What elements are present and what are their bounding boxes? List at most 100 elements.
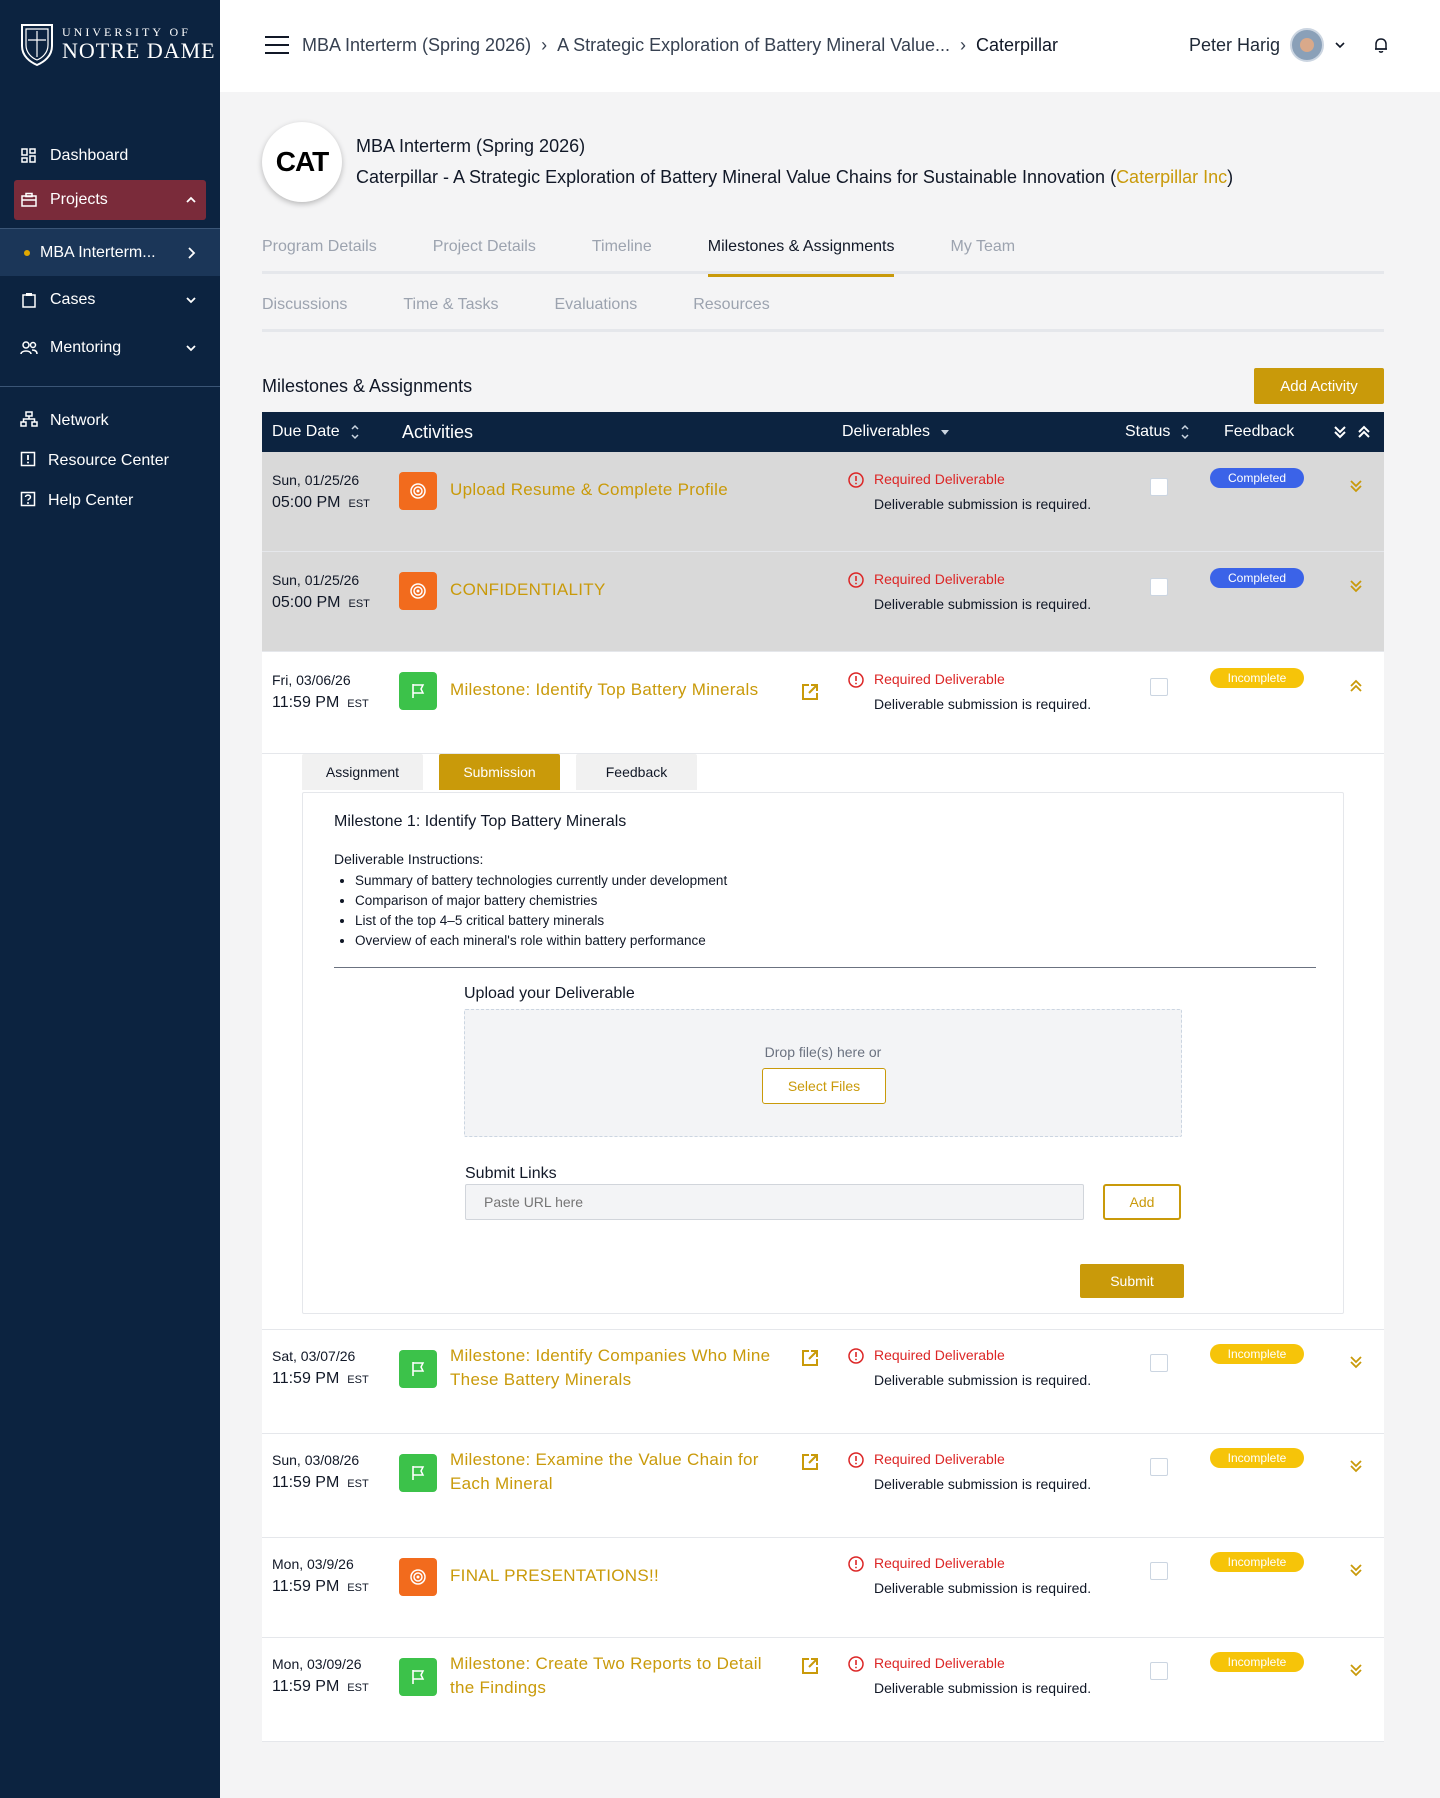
breadcrumb-program[interactable]: MBA Interterm (Spring 2026) xyxy=(302,35,531,56)
due-day: Sun, 01/25/26 xyxy=(272,572,360,588)
user-menu[interactable]: Peter Harig xyxy=(1189,28,1390,62)
expand-row-icon[interactable] xyxy=(1348,1354,1364,1370)
hamburger-menu-icon[interactable] xyxy=(265,36,289,54)
company-logo: CAT xyxy=(262,122,342,202)
table-row[interactable]: Sun, 01/25/26 05:00 PM EST Upload Resume … xyxy=(262,452,1384,552)
subtab-submission[interactable]: Submission xyxy=(439,754,560,790)
activity-title[interactable]: FINAL PRESENTATIONS!! xyxy=(450,1564,659,1588)
activity-title[interactable]: Upload Resume & Complete Profile xyxy=(450,478,728,502)
sidebar-item-network[interactable]: Network xyxy=(0,401,220,441)
sidebar-item-resource-center[interactable]: Resource Center xyxy=(0,441,220,481)
submit-button[interactable]: Submit xyxy=(1080,1264,1184,1298)
sidebar-item-label: Projects xyxy=(50,191,108,208)
table-row[interactable]: Sun, 03/08/26 11:59 PM EST Milestone: Exa… xyxy=(262,1434,1384,1538)
deliverable-note: Deliverable submission is required. xyxy=(874,1580,1092,1596)
alert-circle-icon xyxy=(848,1348,864,1364)
status-checkbox[interactable] xyxy=(1150,1354,1168,1372)
activity-title[interactable]: Milestone: Identify Companies Who Mine Th… xyxy=(450,1344,770,1392)
expand-row-icon[interactable] xyxy=(1348,1562,1364,1578)
due-day: Mon, 03/09/26 xyxy=(272,1656,362,1672)
activity-title[interactable]: Milestone: Identify Top Battery Minerals xyxy=(450,678,758,702)
sidebar-item-help-center[interactable]: Help Center xyxy=(0,481,220,521)
university-logo[interactable]: UNIVERSITY OF NOTRE DAME xyxy=(20,22,216,66)
chevron-up-icon xyxy=(186,196,196,203)
section-title: Milestones & Assignments xyxy=(262,376,473,396)
table-row[interactable]: Mon, 03/9/26 11:59 PM EST FINAL PRESENTAT… xyxy=(262,1538,1384,1638)
activity-title[interactable]: Milestone: Create Two Reports to Detail t… xyxy=(450,1652,762,1700)
bell-icon[interactable] xyxy=(1372,36,1390,54)
status-checkbox[interactable] xyxy=(1150,1458,1168,1476)
activity-title[interactable]: CONFIDENTIALITY xyxy=(450,578,606,602)
expand-row-icon[interactable] xyxy=(1348,1662,1364,1678)
status-checkbox[interactable] xyxy=(1150,1662,1168,1680)
collapse-row-icon[interactable] xyxy=(1348,678,1364,694)
tab-my-team[interactable]: My Team xyxy=(950,236,1015,274)
tab-timeline[interactable]: Timeline xyxy=(592,236,652,274)
external-link-icon[interactable] xyxy=(800,1656,820,1676)
subtab-assignment[interactable]: Assignment xyxy=(302,754,423,790)
column-deliverables[interactable]: Deliverables xyxy=(842,423,950,441)
deliverable-note: Deliverable submission is required. xyxy=(874,696,1092,712)
company-link[interactable]: Caterpillar Inc xyxy=(1116,167,1227,187)
flag-icon xyxy=(399,672,437,710)
table-row[interactable]: Sun, 01/25/26 05:00 PM EST CONFIDENTIALIT… xyxy=(262,552,1384,652)
submit-links-label: Submit Links xyxy=(465,1165,557,1182)
status-checkbox[interactable] xyxy=(1150,1562,1168,1580)
caret-down-icon[interactable] xyxy=(940,427,950,437)
sidebar-item-projects[interactable]: Projects xyxy=(14,180,206,220)
clipboard-icon xyxy=(20,291,38,309)
expand-row-icon[interactable] xyxy=(1348,578,1364,594)
expand-row-icon[interactable] xyxy=(1348,478,1364,494)
required-deliverable-label: Required Deliverable xyxy=(874,1347,1005,1363)
column-status[interactable]: Status xyxy=(1125,423,1190,441)
select-files-button[interactable]: Select Files xyxy=(762,1068,886,1104)
tab-time-tasks[interactable]: Time & Tasks xyxy=(403,294,498,332)
table-row[interactable]: Mon, 03/09/26 11:59 PM EST Milestone: Cre… xyxy=(262,1638,1384,1742)
expand-all-icon[interactable] xyxy=(1332,424,1348,440)
sidebar-item-mentoring[interactable]: Mentoring xyxy=(0,324,220,372)
grid-icon xyxy=(20,147,38,165)
required-deliverable-label: Required Deliverable xyxy=(874,671,1005,687)
tab-milestones-assignments[interactable]: Milestones & Assignments xyxy=(707,236,894,277)
list-item: Overview of each mineral's role within b… xyxy=(355,931,727,951)
status-checkbox[interactable] xyxy=(1150,678,1168,696)
column-due-date[interactable]: Due Date xyxy=(272,423,360,441)
external-link-icon[interactable] xyxy=(800,682,820,702)
external-link-icon[interactable] xyxy=(800,1452,820,1472)
add-activity-button[interactable]: Add Activity xyxy=(1254,368,1384,404)
chevron-down-icon[interactable] xyxy=(1334,39,1346,51)
collapse-all-icon[interactable] xyxy=(1356,424,1372,440)
due-day: Fri, 03/06/26 xyxy=(272,672,351,688)
table-row[interactable]: Sat, 03/07/26 11:59 PM EST Milestone: Ide… xyxy=(262,1330,1384,1434)
users-icon xyxy=(20,339,38,357)
logo-text-top: UNIVERSITY OF xyxy=(62,25,191,39)
secondary-tabs: Discussions Time & Tasks Evaluations Res… xyxy=(262,294,1384,332)
tab-project-details[interactable]: Project Details xyxy=(433,236,536,274)
url-input[interactable] xyxy=(465,1184,1084,1220)
add-link-button[interactable]: Add xyxy=(1103,1184,1181,1220)
sort-icon[interactable] xyxy=(1180,423,1190,441)
list-item: List of the top 4–5 critical battery min… xyxy=(355,911,727,931)
sort-icon[interactable] xyxy=(350,423,360,441)
subtab-feedback[interactable]: Feedback xyxy=(576,754,697,790)
breadcrumb-project[interactable]: A Strategic Exploration of Battery Miner… xyxy=(557,35,950,56)
sidebar-item-cases[interactable]: Cases xyxy=(0,276,220,324)
tab-evaluations[interactable]: Evaluations xyxy=(555,294,638,332)
activity-title[interactable]: Milestone: Examine the Value Chain for Ea… xyxy=(450,1448,759,1496)
tab-discussions[interactable]: Discussions xyxy=(262,294,347,332)
sidebar-nav: Dashboard Projects MBA Interterm... Case… xyxy=(0,132,220,521)
external-link-icon[interactable] xyxy=(800,1348,820,1368)
status-checkbox[interactable] xyxy=(1150,578,1168,596)
sidebar-item-dashboard[interactable]: Dashboard xyxy=(0,132,220,180)
expand-row-icon[interactable] xyxy=(1348,1458,1364,1474)
help-box-icon xyxy=(20,491,36,512)
status-checkbox[interactable] xyxy=(1150,478,1168,496)
sidebar-item-mba-interterm[interactable]: MBA Interterm... xyxy=(0,228,220,276)
file-dropzone[interactable]: Drop file(s) here or Select Files xyxy=(464,1009,1182,1137)
status-badge: Incomplete xyxy=(1210,1652,1304,1672)
avatar[interactable] xyxy=(1290,28,1324,62)
target-icon xyxy=(399,572,437,610)
table-row[interactable]: Fri, 03/06/26 11:59 PM EST Milestone: Ide… xyxy=(262,652,1384,754)
tab-resources[interactable]: Resources xyxy=(693,294,769,332)
tab-program-details[interactable]: Program Details xyxy=(262,236,377,274)
